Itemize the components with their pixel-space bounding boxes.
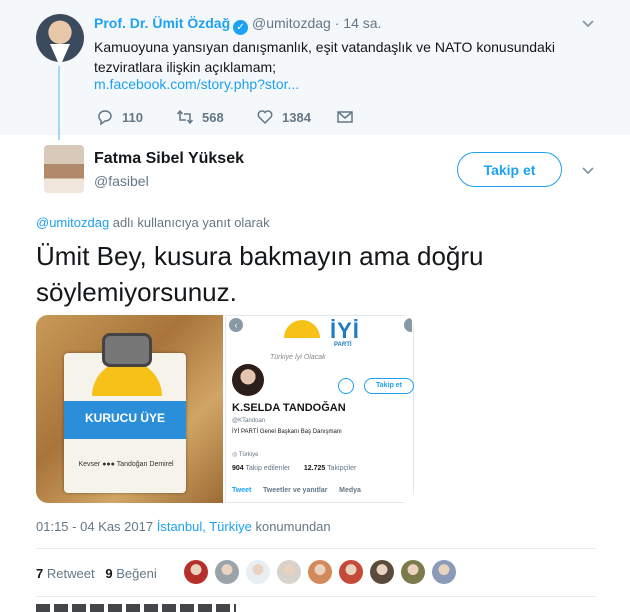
followers-count: 12.725 <box>303 465 326 472</box>
profile-avatar <box>232 364 264 396</box>
liker-avatar[interactable] <box>246 560 270 584</box>
media-photo-badge[interactable]: KURUCU ÜYE Kevser ●●● Tandoğan Demirel <box>36 315 223 503</box>
liker-avatar[interactable] <box>339 560 363 584</box>
reply-count: 110 <box>122 109 143 125</box>
party-slogan: Türkiye İyi Olacak <box>270 354 326 361</box>
liker-avatar[interactable] <box>308 560 332 584</box>
badge-name: Kevser ●●● Tandoğan Demirel <box>78 461 174 468</box>
tab-tweets: Tweet <box>232 487 252 494</box>
like-stat-label: Beğeni <box>116 566 157 581</box>
parent-tweet-actions: 110 568 1384 <box>96 108 416 126</box>
badge-title: KURUCU ÜYE <box>84 411 165 425</box>
retweet-button[interactable]: 568 <box>176 108 256 126</box>
like-button[interactable]: 1384 <box>256 108 336 126</box>
tweet-meta: 01:15 - 04 Kas 2017 İstanbul, Türkiye ko… <box>36 519 331 534</box>
parent-tweet-header: Prof. Dr. Ümit Özdağ ✓ @umitozdag · 14 sa… <box>94 15 381 35</box>
reply-context: @umitozdag adlı kullanıcıya yanıt olarak <box>36 215 270 230</box>
profile-location: ◎ Türkiye <box>232 452 259 458</box>
likers-avatars <box>184 560 456 584</box>
author-avatar[interactable] <box>44 145 84 193</box>
retweet-icon <box>176 109 194 125</box>
parent-author-avatar[interactable] <box>36 14 84 62</box>
member-badge: KURUCU ÜYE Kevser ●●● Tandoğan Demirel <box>64 353 186 493</box>
retweet-count: 568 <box>202 109 224 125</box>
profile-follow-label: Takip et <box>364 378 414 394</box>
settings-icon <box>338 378 354 394</box>
followers-label: Takipçiler <box>327 465 357 472</box>
profile-stats: 904 Takip edilenler 12.725 Takipçiler <box>232 465 356 472</box>
reply-mention-link[interactable]: @umitozdag <box>36 215 109 230</box>
liker-avatar[interactable] <box>184 560 208 584</box>
author-name[interactable]: Fatma Sibel Yüksek <box>94 150 244 168</box>
liker-avatar[interactable] <box>432 560 456 584</box>
reply-context-label: adlı kullanıcıya yanıt olarak <box>109 215 270 230</box>
direct-message-button[interactable] <box>336 108 416 126</box>
sun-logo-icon <box>284 320 320 338</box>
liker-avatar[interactable] <box>215 560 239 584</box>
thread-line <box>58 66 60 140</box>
liker-avatar[interactable] <box>370 560 394 584</box>
tweet-location[interactable]: İstanbul, Türkiye <box>157 519 252 534</box>
chevron-right-icon <box>404 318 412 332</box>
chevron-down-icon[interactable] <box>580 162 596 178</box>
parent-author-handle[interactable]: @umitozdag <box>252 15 331 31</box>
media-profile-screenshot[interactable]: ‹ İYİ PARTİ Türkiye İyi Olacak Takip et … <box>225 315 414 503</box>
like-stat-count: 9 <box>105 566 113 581</box>
party-label: PARTİ <box>334 342 352 348</box>
profile-bio: İYİ PARTİ Genel Başkanı Baş Danışmanı <box>232 429 342 435</box>
separator-dot: · <box>334 15 340 31</box>
next-tweet-peek <box>36 604 236 612</box>
profile-tabs: Tweet Tweetler ve yanıtlar Medya <box>232 487 361 494</box>
follow-button[interactable]: Takip et <box>457 152 562 187</box>
direct-message-icon <box>337 111 353 123</box>
divider <box>36 548 596 549</box>
profile-handle: @KTandoan <box>232 418 266 424</box>
party-logo: İYİ <box>330 318 360 343</box>
reply-icon <box>98 110 112 126</box>
tweet-stats: 7 Retweet 9 Beğeni <box>36 566 157 581</box>
author-handle[interactable]: @fasibel <box>94 173 149 189</box>
tab-replies: Tweetler ve yanıtlar <box>263 487 328 494</box>
retweet-stat-count: 7 <box>36 566 44 581</box>
parent-author-name[interactable]: Prof. Dr. Ümit Özdağ <box>94 15 230 31</box>
like-icon <box>257 110 273 125</box>
tweet-timestamp[interactable]: 01:15 - 04 Kas 2017 <box>36 519 153 534</box>
badge-clip <box>102 333 152 367</box>
tweet-media[interactable]: KURUCU ÜYE Kevser ●●● Tandoğan Demirel ‹… <box>36 315 414 503</box>
like-count: 1384 <box>282 109 311 125</box>
parent-tweet-time[interactable]: 14 sa. <box>343 15 381 31</box>
liker-avatar[interactable] <box>277 560 301 584</box>
verified-badge-icon: ✓ <box>233 20 249 35</box>
tweet-text: Ümit Bey, kusura bakmayın ama doğru söyl… <box>36 241 484 307</box>
chevron-left-icon: ‹ <box>229 318 243 332</box>
profile-name: K.SELDA TANDOĞAN <box>232 402 346 414</box>
like-stat[interactable]: 9 Beğeni <box>105 566 156 581</box>
retweet-stat-label: Retweet <box>46 566 95 581</box>
retweet-stat[interactable]: 7 Retweet <box>36 566 95 581</box>
parent-tweet-text: Kamuoyuna yansıyan danışmanlık, eşit vat… <box>94 39 555 75</box>
divider <box>36 596 596 597</box>
chevron-down-icon[interactable] <box>580 15 596 31</box>
profile-location-text: Türkiye <box>238 452 259 458</box>
parent-tweet-link[interactable]: m.facebook.com/story.php?stor... <box>94 76 299 92</box>
following-label: Takip edilenler <box>245 465 291 472</box>
tweet-location-suffix: konumundan <box>251 519 331 534</box>
tab-media: Medya <box>339 487 361 494</box>
liker-avatar[interactable] <box>401 560 425 584</box>
following-count: 904 <box>232 465 244 472</box>
reply-button[interactable]: 110 <box>96 108 176 126</box>
parent-tweet[interactable]: Prof. Dr. Ümit Özdağ ✓ @umitozdag · 14 sa… <box>0 0 630 135</box>
